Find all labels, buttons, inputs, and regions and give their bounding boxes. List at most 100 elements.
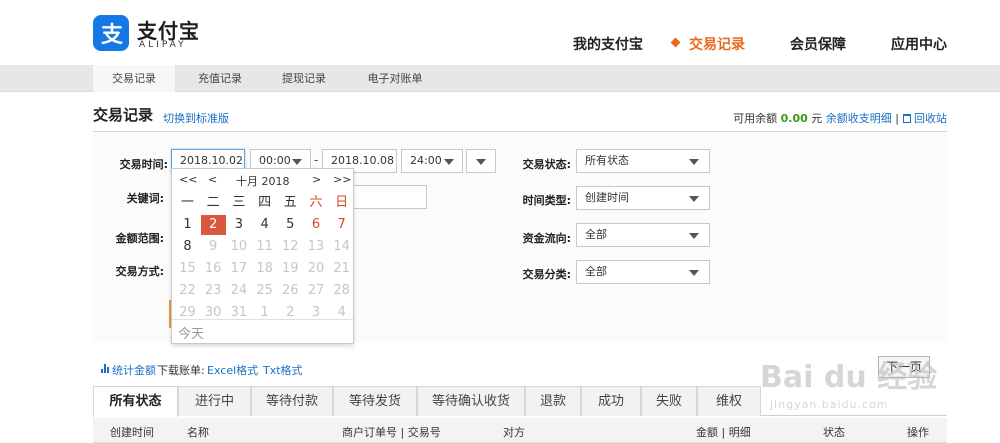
calendar-day: 14: [333, 239, 350, 254]
calendar-day: 24: [230, 283, 248, 298]
calendar-day: 20: [307, 261, 325, 276]
chevron-down-icon: [689, 270, 699, 276]
table-header: 创建时间 名称 商户订单号 | 交易号 对方 金额 | 明细 状态 操作: [93, 418, 947, 443]
chevron-down-icon: [292, 159, 302, 165]
results-toolbar: 统计金额 下载账单: Excel格式 Txt格式: [93, 362, 493, 378]
calendar-day[interactable]: 7: [329, 215, 354, 235]
nav-transaction-records[interactable]: 交易记录: [689, 34, 745, 54]
tab-success[interactable]: 成功: [581, 386, 641, 416]
tab-in-progress[interactable]: 进行中: [178, 386, 251, 416]
calendar-day: 18: [256, 261, 273, 276]
fund-flow-select[interactable]: 全部: [576, 223, 710, 247]
status-select[interactable]: 所有状态: [576, 149, 710, 173]
status-select-value: 所有状态: [585, 154, 629, 167]
tab-refund[interactable]: 退款: [525, 386, 581, 416]
calendar-day[interactable]: 1: [175, 215, 200, 235]
weekday-header: 四: [258, 195, 272, 210]
month-year-title: 十月 2018: [236, 175, 290, 188]
chevron-down-icon: [689, 196, 699, 202]
time-type-value: 创建时间: [585, 191, 629, 204]
chevron-down-icon: [689, 159, 699, 165]
status-label: 交易状态:: [522, 158, 571, 171]
switch-standard-version-link[interactable]: 切换到标准版: [163, 110, 229, 126]
prev-month-button[interactable]: <: [208, 173, 217, 186]
chevron-down-icon: [689, 233, 699, 239]
baidu-jingyan-watermark: Bai du 经验 jingyan.baidu.com: [760, 352, 950, 412]
calendar-day[interactable]: 6: [304, 215, 329, 235]
nav-member-protection[interactable]: 会员保障: [790, 34, 846, 54]
top-navigation: 我的支付宝 交易记录 会员保障 应用中心: [0, 34, 1000, 54]
title-row: 交易记录 切换到标准版 可用余额 0.00 元 余额收支明细 | 回收站: [0, 98, 1000, 128]
calendar-day: 21: [333, 261, 350, 276]
tab-awaiting-shipment[interactable]: 等待发货: [333, 386, 417, 416]
end-time-value: 24:00: [410, 154, 442, 167]
calendar-day: 3: [311, 305, 321, 320]
trash-icon: [902, 114, 911, 123]
calendar-day[interactable]: 8: [175, 237, 200, 257]
date-range-separator: -: [314, 153, 319, 167]
subnav-e-statement[interactable]: 电子对账单: [350, 65, 440, 92]
tab-awaiting-receipt[interactable]: 等待确认收货: [417, 386, 525, 416]
download-label: 下载账单:: [157, 364, 205, 377]
bar-chart-icon: [101, 364, 110, 373]
subnav-transaction-records[interactable]: 交易记录: [93, 65, 175, 92]
date-picker-divider: [172, 319, 353, 320]
calendar-day: 10: [230, 239, 248, 254]
next-month-button[interactable]: >: [312, 173, 321, 186]
next-year-button[interactable]: >>: [333, 173, 351, 186]
category-select[interactable]: 全部: [576, 260, 710, 284]
download-excel-link[interactable]: Excel格式: [207, 362, 258, 378]
column-actions: 操作: [907, 426, 929, 439]
column-status: 状态: [823, 426, 845, 439]
calendar-day: 11: [256, 239, 273, 254]
calendar-day[interactable]: 3: [226, 215, 251, 235]
column-created-time: 创建时间: [110, 426, 154, 439]
tab-awaiting-payment[interactable]: 等待付款: [251, 386, 333, 416]
calendar-day: 28: [333, 283, 350, 298]
today-button[interactable]: 今天: [178, 323, 204, 342]
download-txt-link[interactable]: Txt格式: [263, 362, 303, 378]
weekday-header: 一: [180, 195, 194, 210]
nav-app-center[interactable]: 应用中心: [891, 34, 947, 54]
stat-amount-link[interactable]: 统计金额: [112, 362, 156, 378]
balance-separator: |: [895, 112, 899, 125]
category-label: 交易分类:: [522, 268, 571, 281]
calendar-day: 27: [307, 283, 325, 298]
nav-my-alipay[interactable]: 我的支付宝: [573, 34, 643, 54]
balance-detail-link[interactable]: 余额收支明细: [826, 112, 892, 125]
time-preset-dropdown[interactable]: [466, 149, 496, 173]
recycle-bin-link[interactable]: 回收站: [914, 112, 947, 125]
subnav-withdraw-records[interactable]: 提现记录: [263, 65, 345, 92]
category-value: 全部: [585, 265, 607, 278]
watermark-url: jingyan.baidu.com: [770, 398, 889, 411]
balance-amount: 0.00: [780, 112, 808, 125]
chevron-down-icon: [444, 159, 454, 165]
keyword-label: 关键词:: [126, 192, 164, 205]
page-title: 交易记录: [93, 106, 154, 124]
tab-all-status[interactable]: 所有状态: [93, 386, 178, 417]
calendar-day[interactable]: 5: [278, 215, 303, 235]
calendar-day: 13: [307, 239, 325, 254]
amount-range-label: 金额范围:: [115, 232, 164, 245]
calendar-day: 30: [204, 305, 222, 320]
tab-failed[interactable]: 失败: [641, 386, 697, 416]
calendar-day: 22: [179, 283, 196, 298]
calendar-day: 2: [286, 305, 295, 320]
end-time-select[interactable]: 24:00: [401, 149, 463, 173]
balance-unit: 元: [811, 112, 823, 125]
tab-dispute[interactable]: 维权: [697, 386, 761, 416]
balance-area: 可用余额 0.00 元 余额收支明细 | 回收站: [733, 110, 947, 126]
time-type-select[interactable]: 创建时间: [576, 186, 710, 210]
calendar-day[interactable]: 4: [252, 215, 277, 235]
start-time-value: 00:00: [259, 154, 291, 167]
subnav-recharge-records[interactable]: 充值记录: [180, 65, 260, 92]
column-name: 名称: [187, 426, 209, 439]
calendar-day: 16: [204, 261, 222, 276]
calendar-day: 19: [282, 261, 299, 276]
calendar-day[interactable]: 2: [200, 215, 226, 235]
fund-flow-value: 全部: [585, 228, 607, 241]
calendar-day: 17: [230, 261, 248, 276]
prev-year-button[interactable]: <<: [179, 173, 197, 186]
site-header: 支 支付宝 ALIPAY 我的支付宝 交易记录 会员保障 应用中心: [0, 0, 1000, 65]
weekday-header: 三: [232, 195, 246, 210]
